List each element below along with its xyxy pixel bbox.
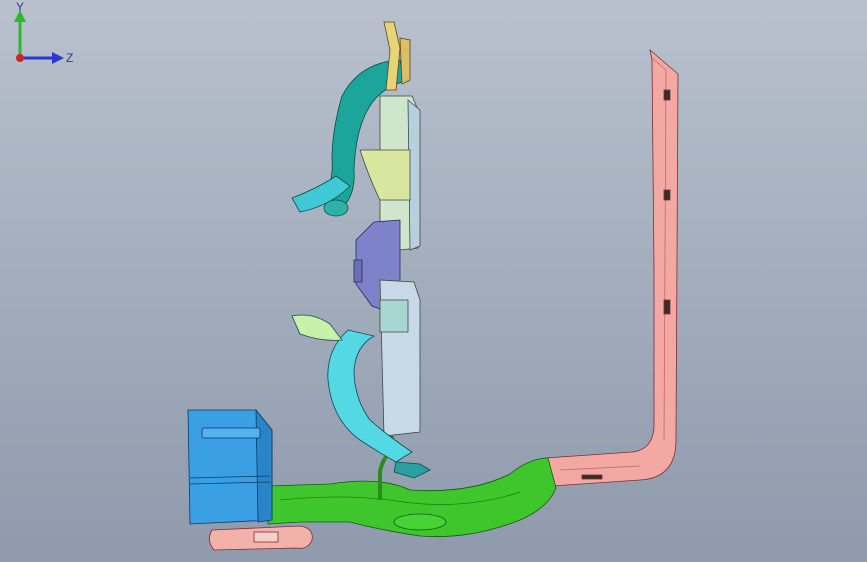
cad-viewport[interactable]: Y Z [0,0,867,562]
main-duct-green[interactable] [267,435,557,538]
assembly-model[interactable] [0,0,867,562]
blower-box[interactable] [187,408,273,525]
axis-triad: Y Z [14,0,73,65]
upper-branch-yellow[interactable] [383,21,411,91]
x-axis-dot-icon [16,54,24,62]
y-axis-label: Y [16,0,24,14]
z-axis-arrow-icon [52,52,64,64]
vertical-pipe-pink[interactable] [545,48,679,487]
z-axis-label: Z [66,51,73,65]
vent-panel-lower[interactable] [379,279,421,437]
bottom-pipe-pink[interactable] [209,525,313,551]
